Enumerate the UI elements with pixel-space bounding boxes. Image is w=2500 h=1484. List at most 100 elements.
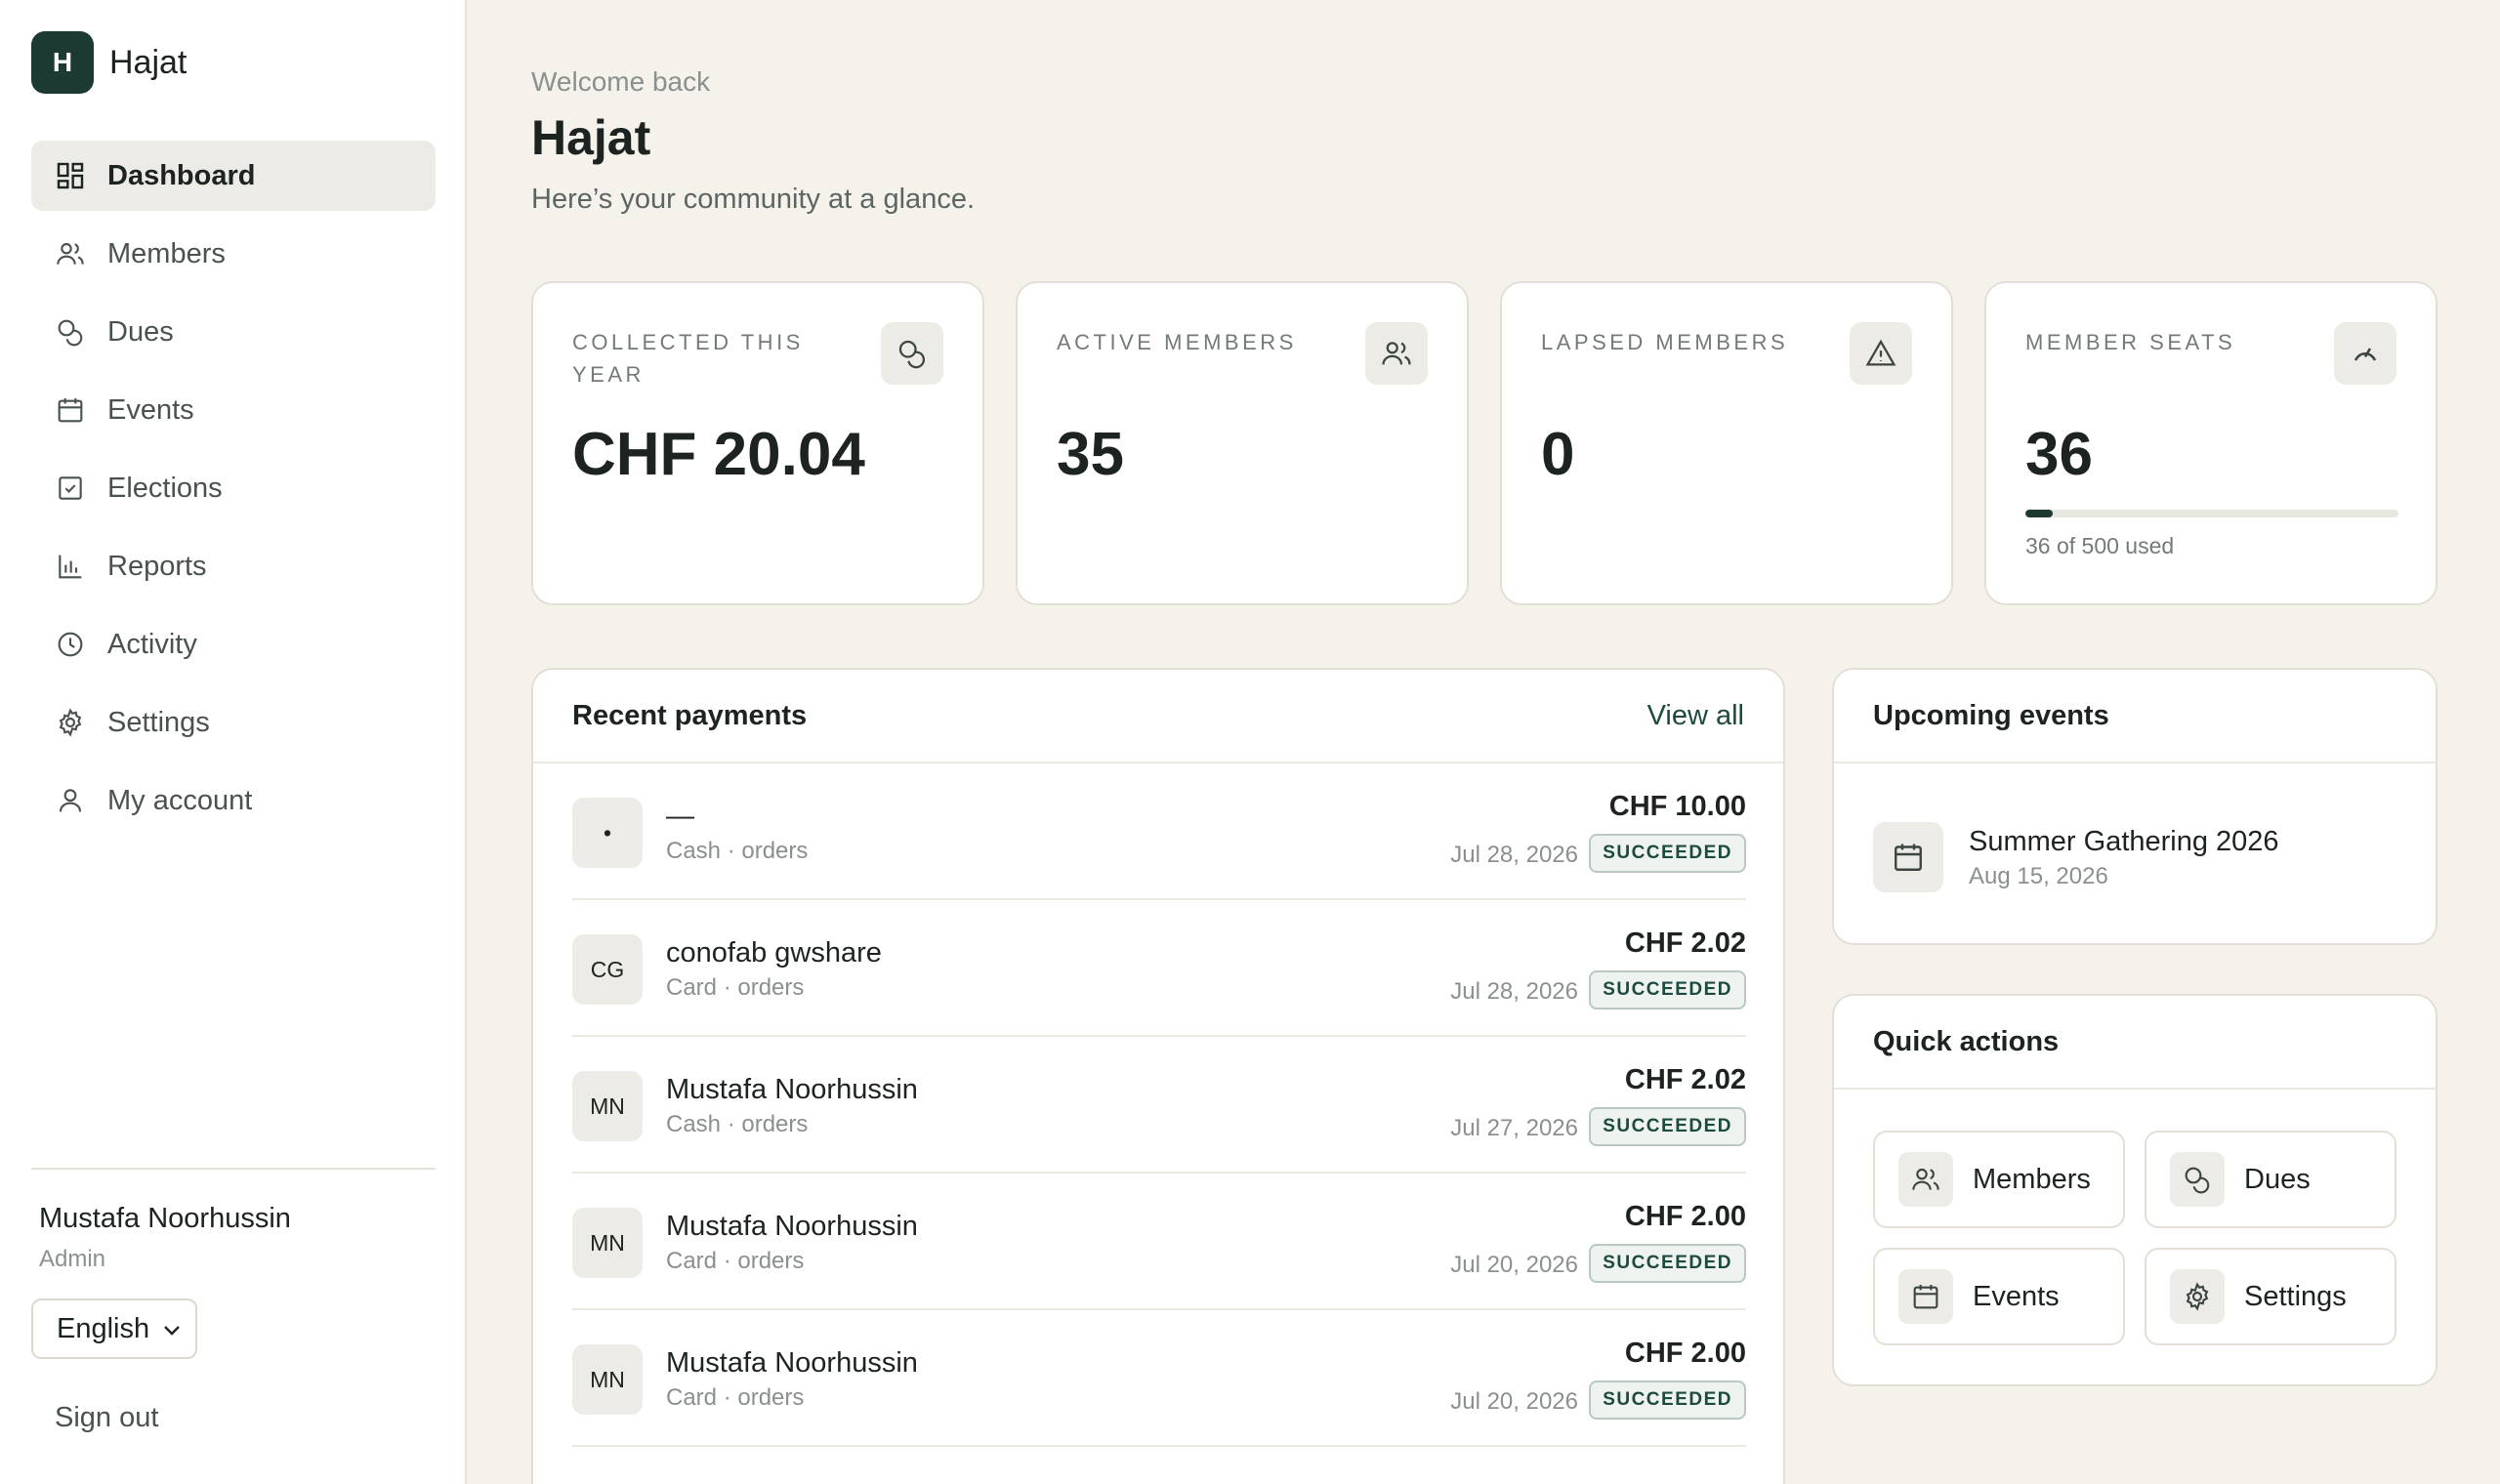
quick-action-label: Settings (2244, 1280, 2347, 1312)
sidebar: H Hajat Dashboard Members Dues Events El… (0, 0, 467, 1484)
brand[interactable]: H Hajat (31, 31, 187, 94)
sidebar-item-label: Activity (107, 628, 197, 660)
payment-amount: CHF 10.00 (1608, 791, 1746, 822)
panel-title: Upcoming events (1873, 699, 2109, 731)
stat-icon-wrap (1365, 322, 1428, 385)
sidebar-item-my-account[interactable]: My account (31, 765, 436, 836)
payment-date: Jul 20, 2026 (1450, 1252, 1578, 1278)
payer-name: Mustafa Noorhussin (666, 1211, 918, 1242)
stat-label: COLLECTED THIS YEAR (572, 330, 804, 387)
sidebar-item-label: Dashboard (107, 159, 256, 191)
quick-action-label: Events (1973, 1280, 2060, 1312)
sign-out-button[interactable]: Sign out (55, 1402, 158, 1434)
event-date: Aug 15, 2026 (1969, 863, 2108, 889)
coins-icon (58, 319, 83, 347)
payment-date: Jul 20, 2026 (1450, 1388, 1578, 1415)
payment-row[interactable]: MN Mustafa Noorhussin Cash · orders CHF … (572, 1037, 1746, 1174)
sidebar-item-events[interactable]: Events (31, 375, 436, 445)
stat-icon-wrap (2334, 322, 2396, 385)
stat-label: MEMBER SEATS (2025, 330, 2236, 354)
sidebar-item-label: Settings (107, 706, 210, 738)
members-icon (1912, 1168, 1939, 1190)
sidebar-nav: Dashboard Members Dues Events Elections … (31, 141, 436, 844)
calendar-icon (58, 398, 83, 423)
stat-card-lapsed-members: LAPSED MEMBERS 0 (1500, 281, 1953, 605)
sidebar-item-label: Events (107, 393, 194, 426)
sidebar-item-dues[interactable]: Dues (31, 297, 436, 367)
dashboard-icon (57, 162, 84, 189)
payment-row[interactable]: MN Mustafa Noorhussin Card · orders CHF … (572, 1310, 1746, 1447)
members-icon (57, 242, 84, 265)
payment-meta: Card · orders (666, 1248, 805, 1274)
status-badge: SUCCEEDED (1589, 1381, 1746, 1420)
payment-meta: Card · orders (666, 1384, 805, 1411)
payment-date: Jul 28, 2026 (1450, 978, 1578, 1005)
coins-icon (898, 340, 925, 369)
stat-label: LAPSED MEMBERS (1541, 330, 1789, 354)
status-badge: SUCCEEDED (1589, 1107, 1746, 1146)
view-all-link[interactable]: View all (1647, 700, 1744, 732)
panel-header: Recent payments View all (533, 670, 1783, 763)
avatar: MN (572, 1344, 643, 1415)
payer-name: Mustafa Noorhussin (666, 1074, 918, 1105)
stat-value: 36 (2025, 421, 2093, 488)
payment-row[interactable]: CG conofab gwshare Card · orders CHF 2.0… (572, 900, 1746, 1037)
gauge-icon (2354, 348, 2377, 361)
chevron-down-icon (164, 1326, 180, 1336)
page-title: Hajat (531, 110, 651, 165)
page-subtitle: Here’s your community at a glance. (531, 184, 976, 215)
stat-card-member-seats: MEMBER SEATS 36 36 of 500 used (1984, 281, 2438, 605)
language-select-value: English (57, 1312, 150, 1344)
payment-row[interactable]: MN Mustafa Noorhussin Card · orders CHF … (572, 1174, 1746, 1310)
qa-icon-wrap (2170, 1269, 2225, 1324)
avatar: MN (572, 1208, 643, 1278)
coins-icon (2185, 1167, 2210, 1194)
payer-name: — (666, 801, 694, 832)
avatar: MN (572, 1071, 643, 1141)
status-badge: SUCCEEDED (1589, 1244, 1746, 1283)
sidebar-item-reports[interactable]: Reports (31, 531, 436, 601)
quick-action-label: Dues (2244, 1163, 2311, 1195)
sidebar-item-activity[interactable]: Activity (31, 609, 436, 680)
stat-card-active-members: ACTIVE MEMBERS 35 (1016, 281, 1469, 605)
panel-header: Upcoming events (1834, 670, 2436, 763)
sidebar-item-dashboard[interactable]: Dashboard (31, 141, 436, 211)
avatar: • (572, 798, 643, 868)
quick-action-events[interactable]: Events (1873, 1248, 2125, 1345)
stat-card-collected: COLLECTED THIS YEAR CHF 20.04 (531, 281, 984, 605)
payment-meta: Cash · orders (666, 1111, 809, 1137)
event-title[interactable]: Summer Gathering 2026 (1969, 826, 2279, 858)
sidebar-item-settings[interactable]: Settings (31, 687, 436, 758)
payer-name: conofab gwshare (666, 937, 882, 969)
sidebar-item-members[interactable]: Members (31, 219, 436, 289)
warning-icon (1865, 339, 1896, 366)
stat-value: CHF 20.04 (572, 421, 865, 488)
quick-action-label: Members (1973, 1163, 2091, 1195)
sidebar-divider (31, 1168, 436, 1170)
status-badge: SUCCEEDED (1589, 834, 1746, 873)
quick-action-dues[interactable]: Dues (2145, 1131, 2396, 1228)
sidebar-item-label: Members (107, 237, 226, 269)
qa-icon-wrap (2170, 1152, 2225, 1207)
panel-title: Recent payments (572, 699, 808, 731)
stat-icon-wrap (881, 322, 943, 385)
sidebar-item-label: Dues (107, 315, 174, 348)
qa-icon-wrap (1898, 1152, 1953, 1207)
seats-progress-fill (2025, 510, 2053, 517)
language-select[interactable]: English (31, 1298, 197, 1359)
quick-action-settings[interactable]: Settings (2145, 1248, 2396, 1345)
sidebar-item-label: Elections (107, 472, 223, 504)
seats-progress-bar (2025, 510, 2398, 517)
user-role: Admin (39, 1246, 106, 1272)
payment-amount: CHF 2.02 (1624, 1064, 1746, 1095)
members-icon (1382, 342, 1411, 365)
quick-action-members[interactable]: Members (1873, 1131, 2125, 1228)
sidebar-item-elections[interactable]: Elections (31, 453, 436, 523)
sidebar-item-label: My account (107, 784, 253, 816)
qa-icon-wrap (1898, 1269, 1953, 1324)
payment-row[interactable]: • — Cash · orders CHF 10.00 Jul 28, 2026… (572, 763, 1746, 900)
panel-header: Quick actions (1834, 996, 2436, 1090)
welcome-text: Welcome back (531, 66, 711, 97)
stat-value: 35 (1057, 421, 1124, 488)
brand-logo: H (31, 31, 94, 94)
